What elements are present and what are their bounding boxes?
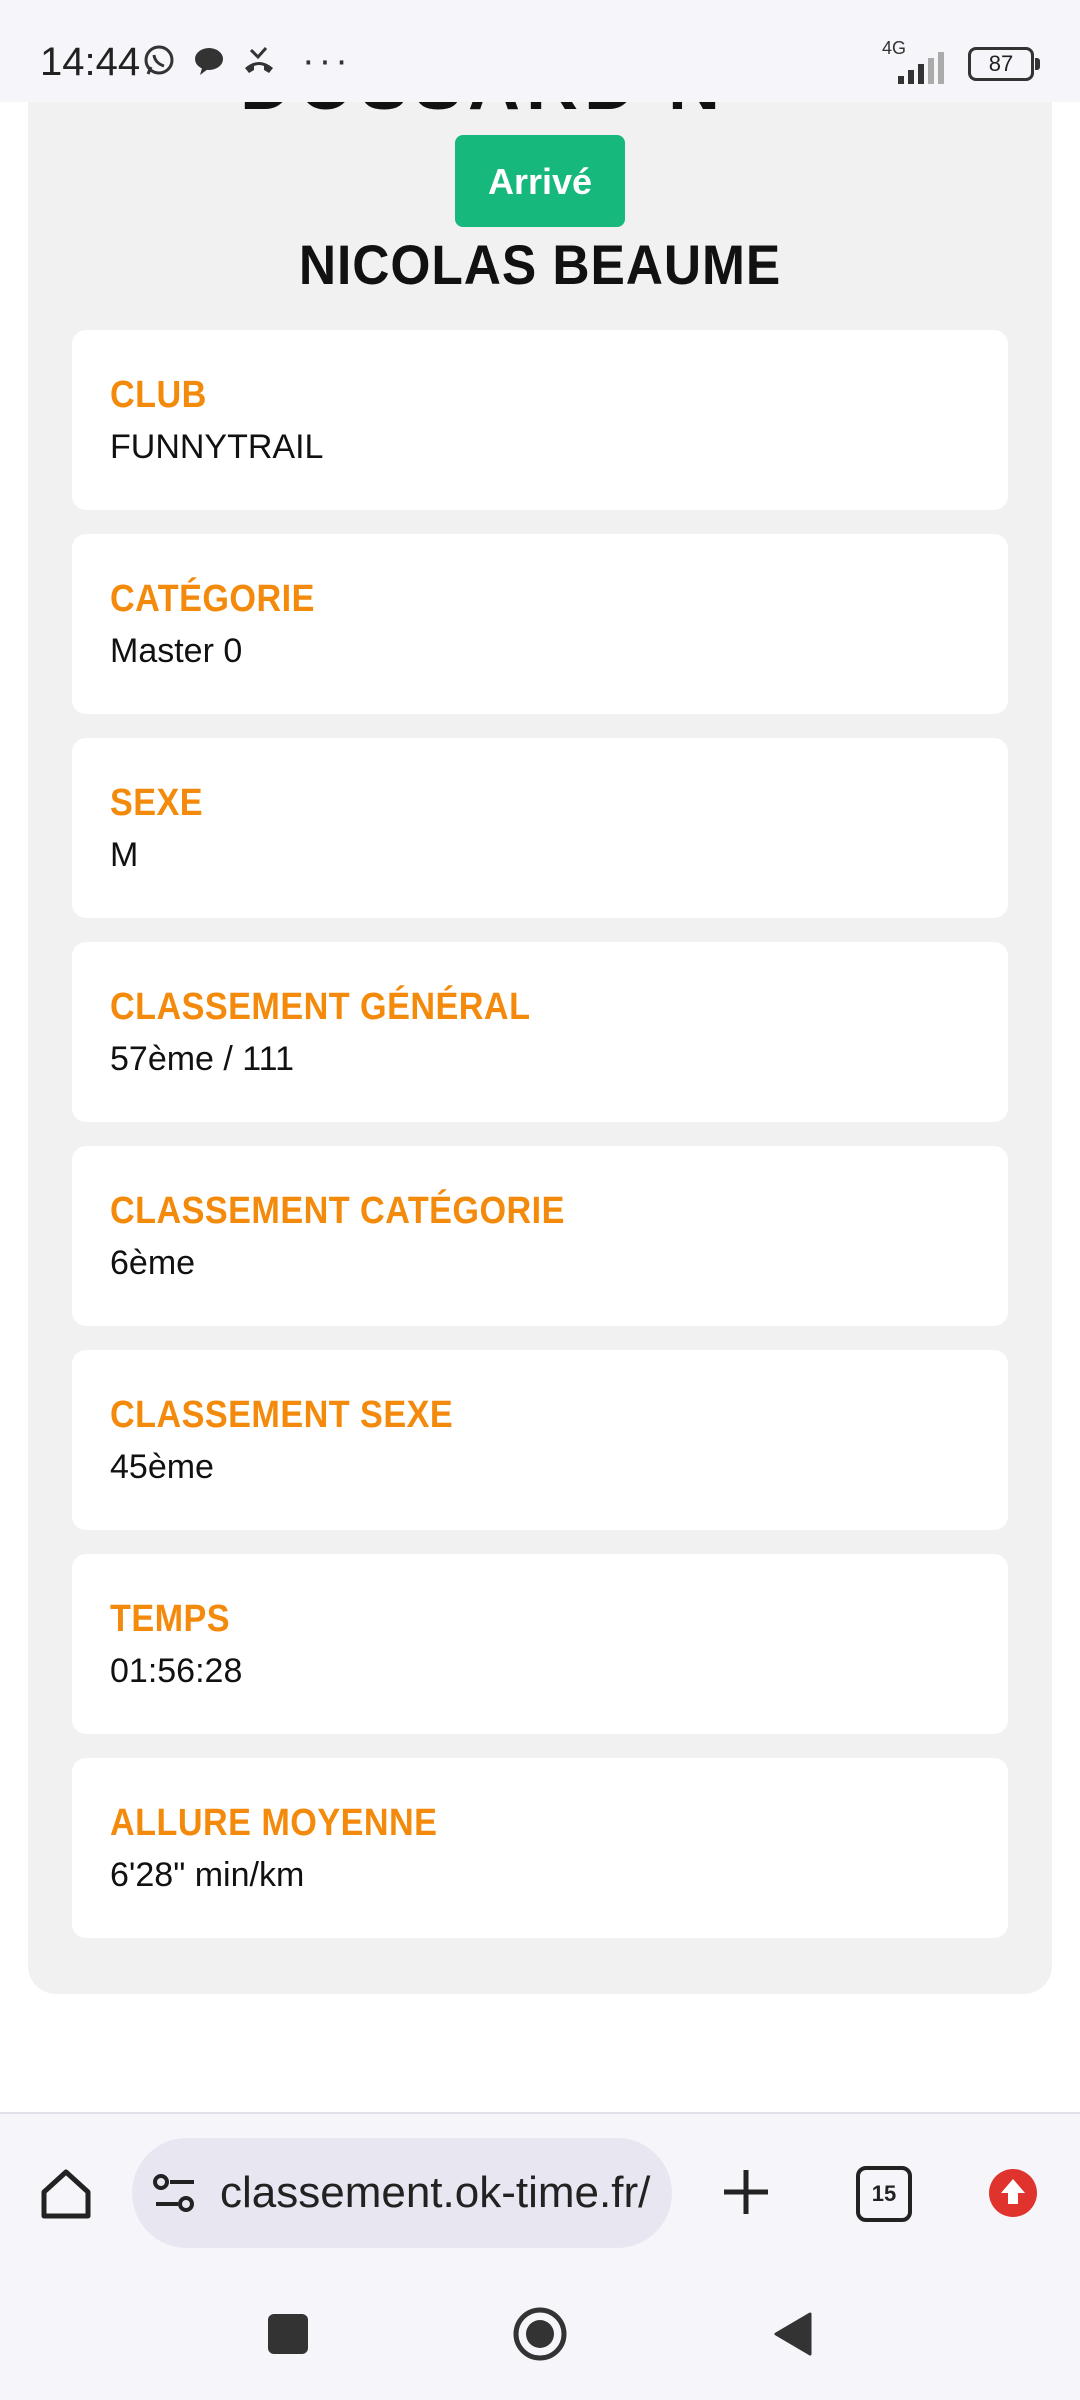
- more-notifications-icon: ···: [302, 40, 352, 82]
- field-card-temps: TEMPS 01:56:28: [72, 1554, 1008, 1734]
- browser-toolbar: classement.ok-time.fr/ 15: [0, 2112, 1080, 2272]
- field-value: FUNNYTRAIL: [110, 428, 324, 466]
- field-label: CLASSEMENT GÉNÉRAL: [110, 986, 531, 1028]
- home-nav-icon[interactable]: [512, 2306, 568, 2362]
- update-icon[interactable]: [988, 2168, 1038, 2218]
- site-settings-icon[interactable]: [152, 2172, 198, 2216]
- field-card-classement-general: CLASSEMENT GÉNÉRAL 57ème / 111: [72, 942, 1008, 1122]
- field-label: CLASSEMENT SEXE: [110, 1394, 454, 1436]
- new-tab-icon[interactable]: [718, 2164, 774, 2220]
- field-value: 57ème / 111: [110, 1040, 294, 1078]
- notification-icons: ···: [142, 40, 352, 82]
- field-label: SEXE: [110, 782, 204, 824]
- field-value: 6ème: [110, 1244, 196, 1282]
- web-page: DOSSARD N° 503 Arrivé NICOLAS BEAUME CLU…: [0, 0, 1080, 2112]
- field-label: TEMPS: [110, 1598, 231, 1640]
- system-indicators: 4G 87: [882, 38, 1040, 84]
- field-card-allure-moyenne: ALLURE MOYENNE 6'28" min/km: [72, 1758, 1008, 1938]
- field-value: M: [110, 836, 139, 874]
- battery-icon: 87: [968, 47, 1040, 81]
- status-time: 14:44: [40, 40, 141, 84]
- home-icon[interactable]: [36, 2164, 96, 2224]
- battery-level: 87: [988, 51, 1014, 76]
- url-text: classement.ok-time.fr/: [220, 2168, 651, 2217]
- field-card-classement-sexe: CLASSEMENT SEXE 45ème: [72, 1350, 1008, 1530]
- runner-name: NICOLAS BEAUME: [298, 233, 782, 296]
- field-label: ALLURE MOYENNE: [110, 1802, 438, 1844]
- tab-switcher-button[interactable]: 15: [856, 2166, 912, 2222]
- address-bar[interactable]: classement.ok-time.fr/: [132, 2138, 672, 2248]
- recent-apps-icon[interactable]: [268, 2314, 308, 2354]
- field-value: 6'28" min/km: [110, 1856, 305, 1894]
- chat-bubble-icon: [195, 48, 223, 75]
- field-label: CATÉGORIE: [110, 578, 315, 620]
- signal-icon: 4G: [882, 38, 952, 84]
- missed-call-icon: [245, 47, 273, 73]
- system-navigation-bar: [0, 2270, 1080, 2400]
- status-bar: 14:44 ··· 4G 87: [0, 0, 1080, 102]
- whatsapp-icon: [144, 45, 174, 75]
- status-arrive-button[interactable]: Arrivé: [455, 135, 625, 227]
- field-card-sexe: SEXE M: [72, 738, 1008, 918]
- field-card-categorie: CATÉGORIE Master 0: [72, 534, 1008, 714]
- tab-count: 15: [871, 2181, 897, 2206]
- field-label: CLASSEMENT CATÉGORIE: [110, 1190, 565, 1232]
- field-card-club: CLUB FUNNYTRAIL: [72, 330, 1008, 510]
- field-card-classement-categorie: CLASSEMENT CATÉGORIE 6ème: [72, 1146, 1008, 1326]
- back-icon[interactable]: [770, 2310, 814, 2358]
- field-value: 01:56:28: [110, 1652, 243, 1690]
- field-label: CLUB: [110, 374, 207, 416]
- field-value: 45ème: [110, 1448, 214, 1486]
- field-value: Master 0: [110, 632, 243, 670]
